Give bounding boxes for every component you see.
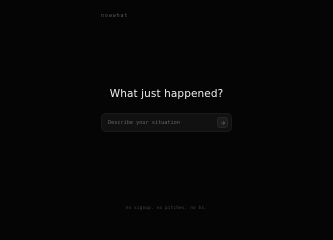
situation-input-container[interactable] bbox=[101, 113, 232, 132]
footer-tagline: no signup. no pitches. no bs. bbox=[125, 205, 208, 210]
logo[interactable]: nowwhat bbox=[101, 13, 128, 19]
page: nowwhat What just happened? no signup. n… bbox=[0, 0, 333, 222]
page-title: What just happened? bbox=[109, 88, 224, 100]
arrow-right-icon bbox=[220, 120, 226, 126]
submit-button[interactable] bbox=[217, 117, 228, 128]
situation-input[interactable] bbox=[108, 114, 212, 131]
